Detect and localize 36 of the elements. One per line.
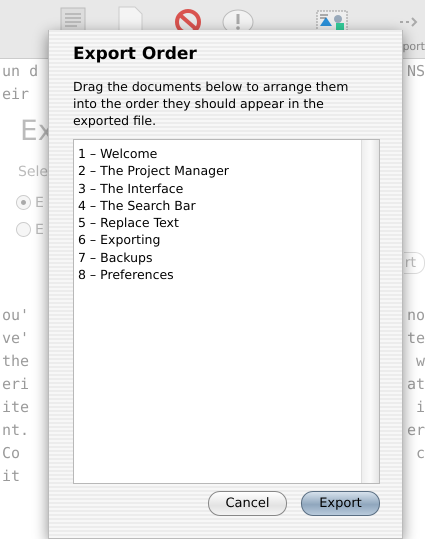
text-fragment: ve' (2, 328, 30, 346)
text-fragment: the (2, 352, 30, 370)
text-fragment: nt. (2, 420, 30, 438)
document-item[interactable]: 3 – The Interface (78, 180, 184, 197)
text-fragment: un d (2, 62, 38, 80)
text-fragment: eri (2, 374, 30, 392)
text-fragment: eir (2, 84, 30, 102)
text-fragment: NS (406, 62, 425, 80)
document-item[interactable]: 4 – The Search Bar (78, 196, 196, 214)
document-item[interactable]: 8 – Preferences (78, 266, 174, 284)
default-button[interactable]: Export (301, 491, 380, 516)
text-fragment: te (406, 328, 425, 346)
text-fragment: ou' (2, 306, 30, 324)
document-item[interactable]: 6 – Exporting (78, 231, 160, 249)
document-item[interactable]: 7 – Backups (78, 248, 152, 266)
text-fragment: it (2, 466, 20, 484)
text-fragment: at (406, 374, 425, 392)
document-item[interactable]: 5 – Replace Text (78, 214, 179, 232)
text-fragment: no (406, 306, 425, 324)
text-fragment: w (416, 352, 425, 370)
instructions-text: Drag the documents below to arrange them into the order they should appear in the exported file. (73, 78, 350, 129)
radio-label: E (35, 194, 44, 210)
radio-button[interactable] (16, 222, 31, 237)
dialog-title: Export Order (73, 44, 198, 64)
text-fragment: er (406, 420, 425, 438)
text-fragment: i (416, 398, 425, 416)
section-label: Sele (18, 164, 48, 180)
toolbar-label: port (402, 40, 425, 53)
radio-label: E (35, 222, 44, 238)
text-fragment: c (416, 444, 425, 462)
document-item[interactable]: 2 – The Project Manager (78, 162, 229, 180)
document-item[interactable]: 1 – Welcome (78, 145, 158, 162)
text-fragment: Co (2, 444, 20, 462)
text-fragment: ite (2, 398, 30, 416)
dialog-button[interactable]: Cancel (208, 491, 287, 516)
radio-button[interactable] (16, 195, 31, 210)
